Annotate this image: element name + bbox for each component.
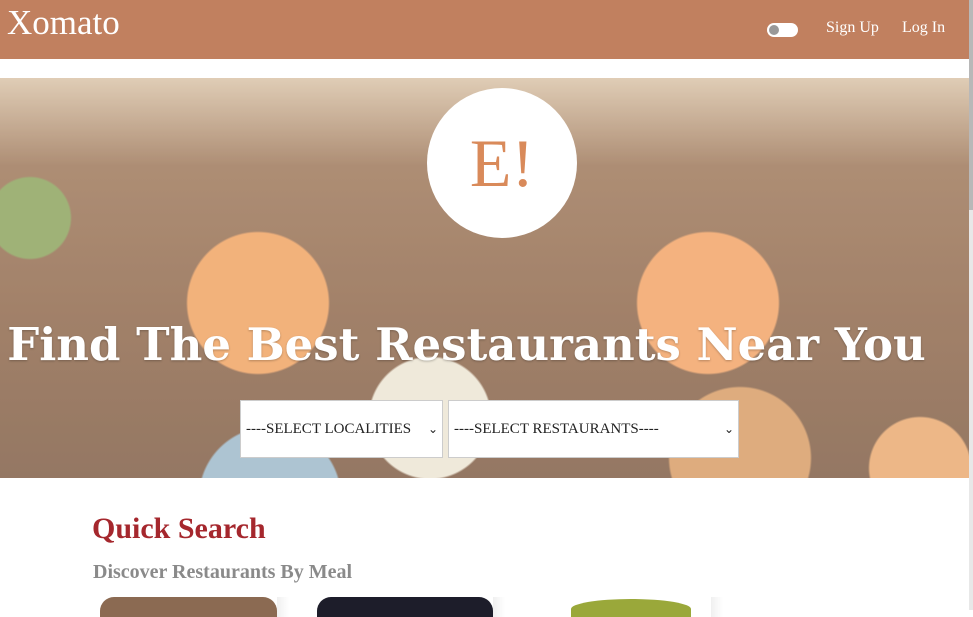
meal-card-snacks[interactable] [543, 597, 711, 617]
meal-card-image [571, 599, 691, 617]
hero-banner: E! Find The Best Restaurants Near You --… [0, 78, 969, 478]
scrollbar-thumb[interactable] [969, 0, 973, 210]
brand-logo[interactable]: Xomato [7, 0, 120, 45]
log-in-link[interactable]: Log In [902, 19, 945, 37]
meal-card-lunch[interactable] [317, 597, 493, 617]
meal-card-breakfast[interactable] [100, 597, 277, 617]
hero-logo-circle: E! [427, 88, 577, 238]
quick-search-title: Quick Search [92, 512, 266, 545]
theme-toggle[interactable] [767, 23, 798, 37]
card-shadow [711, 597, 723, 617]
sign-up-link[interactable]: Sign Up [826, 19, 879, 37]
restaurants-select-value: ----SELECT RESTAURANTS---- [454, 421, 659, 437]
toggle-knob-icon [769, 25, 779, 35]
hero-logo-text: E! [469, 125, 535, 201]
chevron-down-icon: ⌄ [723, 422, 734, 436]
hero-title: Find The Best Restaurants Near You [7, 318, 926, 371]
localities-select-value: ----SELECT LOCALITIES [246, 421, 412, 437]
card-shadow [277, 597, 289, 617]
restaurants-select[interactable]: ----SELECT RESTAURANTS---- ⌄ [448, 400, 739, 458]
vertical-scrollbar[interactable] [969, 0, 973, 610]
top-navbar: Xomato Sign Up Log In [0, 0, 969, 59]
quick-search-subtitle: Discover Restaurants By Meal [93, 561, 353, 583]
card-shadow [493, 597, 505, 617]
chevron-down-icon: ⌄ [427, 422, 438, 436]
localities-select[interactable]: ----SELECT LOCALITIES ⌄ [240, 400, 443, 458]
